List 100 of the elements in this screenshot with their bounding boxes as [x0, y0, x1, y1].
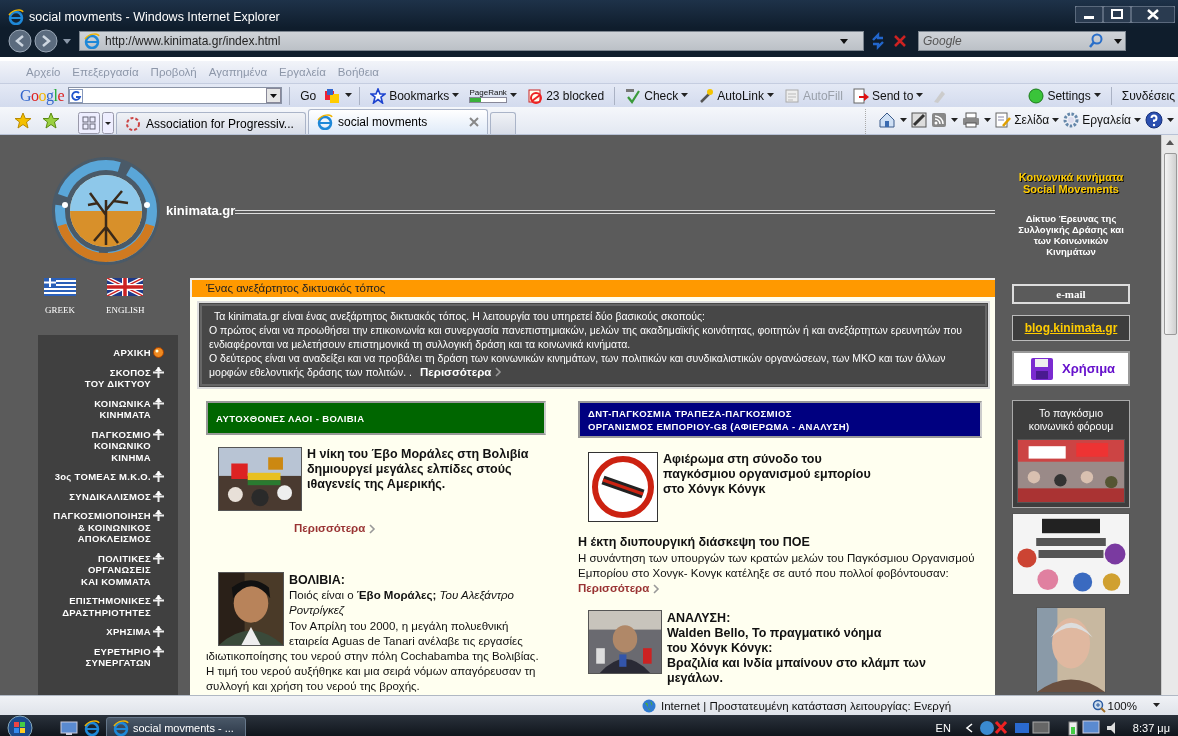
tab-list-icon[interactable]: [102, 112, 114, 134]
nav-link[interactable]: ΚΟΙΝΩΝΙΚΑ ΚΙΝΗΜΑΤΑ: [94, 397, 151, 421]
nav-link[interactable]: ΣΚΟΠΟΣ ΤΟΥ ΔΙΚΤΥΟΥ: [84, 366, 151, 390]
useful-link[interactable]: Χρήσιμα: [1012, 351, 1130, 386]
more-link[interactable]: Περισσότερα: [294, 521, 377, 536]
tray-expand-icon[interactable]: [964, 723, 973, 733]
article-text: Τον Απρίλη του 2000, η μεγάλη πολυεθνική εταιρεία Aguas de Tanari ανέλαβε τις εργασίες ιδιωτικοποίησης του νερού στην πόλη Cochabamba της Βολιβίας. Η τιμή του νερού αυξήθηκε και μια σειρά νόμων απαγόρευσαν τη συλλογή και χρήση του νερού της βροχής.: [206, 620, 539, 692]
dropdown-icon[interactable]: [266, 88, 282, 103]
address-field[interactable]: http://www.kinimata.gr/index.html: [79, 31, 864, 51]
nav-link[interactable]: ΠΟΛΙΤΙΚΕΣ ΟΡΓΑΝΩΣΕΙΣ ΚΑΙ ΚΟΜΜΑΤΑ: [81, 552, 151, 587]
toolbar-button[interactable]: PageRank: [466, 85, 521, 106]
article-title[interactable]: Walden Bello, Το πραγματικό νόημα του Χόνγκ Κόνγκ: Βραζιλία και Ινδία μπαίνουν στο κλάμπ των μεγάλων.: [667, 626, 982, 686]
caret-icon: [1093, 93, 1101, 98]
scrollbar-thumb[interactable]: [1163, 153, 1177, 335]
toolbar-button[interactable]: Check: [622, 85, 692, 106]
intro-text: Τα kinimata.gr είναι ένας ανεξάρτητος δικτυακός τόπος. Η λειτουργία του υπηρετεί δύο βασικούς σκοπούς:: [213, 309, 707, 323]
plus-arrow-icon: [153, 366, 164, 378]
close-tab-icon[interactable]: [469, 117, 479, 127]
plus-arrow-icon: [153, 397, 164, 409]
nav-link[interactable]: ΕΥΡΕΤΗΡΙΟ ΣΥΝΕΡΓΑΤΩΝ: [85, 645, 151, 669]
greek-flag-icon[interactable]: [44, 278, 76, 296]
uk-flag-icon[interactable]: [107, 278, 144, 296]
search-field[interactable]: [68, 87, 283, 104]
blog-link[interactable]: blog.kinimata.gr: [1012, 315, 1130, 341]
toolbar-button[interactable]: Συνδέσεις: [1118, 85, 1178, 106]
nav-link[interactable]: ΧΡΗΣΙΜΑ: [106, 626, 151, 638]
caret-icon[interactable]: [951, 117, 959, 123]
add-favorite-icon[interactable]: [42, 111, 60, 130]
toolbar-button[interactable]: 23 blocked: [524, 85, 608, 106]
quick-tabs-icon[interactable]: [78, 112, 100, 134]
forum-link[interactable]: Το παγκόσμιο κοινωνικό φόρουμ: [1018, 407, 1124, 433]
minimize-icon[interactable]: [1075, 6, 1103, 23]
caret-icon[interactable]: [900, 117, 908, 123]
toolbar-button[interactable]: Go: [297, 85, 320, 106]
nav-link[interactable]: ΣΥΝΔΙΚΑΛΙΣΜΟΣ: [69, 490, 151, 502]
site-name[interactable]: kinimata.gr: [166, 203, 236, 218]
command-button[interactable]: Εργαλεία: [1063, 112, 1141, 128]
caret-icon[interactable]: [63, 38, 71, 44]
caret-icon[interactable]: [1167, 117, 1174, 123]
tray-icons-drawing[interactable]: [978, 719, 1051, 736]
language-link[interactable]: GREEK: [45, 305, 75, 315]
more-link[interactable]: Περισσότερα: [578, 581, 661, 596]
home-icon[interactable]: [878, 111, 897, 129]
language-indicator[interactable]: EN: [935, 722, 951, 734]
favorites-icon[interactable]: [14, 111, 32, 130]
toolbar-button[interactable]: AutoLink: [695, 85, 777, 106]
desktop-icon[interactable]: [60, 720, 78, 736]
caret-icon[interactable]: [840, 38, 848, 44]
form-icon: [783, 87, 800, 104]
site-logo-drawing[interactable]: [50, 154, 162, 267]
plus-arrow-icon: [153, 626, 164, 637]
web-slice-icon[interactable]: [911, 112, 928, 128]
zoom-level[interactable]: 100%: [1107, 699, 1137, 712]
caret-icon: [766, 93, 774, 98]
email-link[interactable]: e-mail: [1012, 284, 1130, 304]
network-title: Δίκτυο Έρευνας της Συλλογικής Δράσης και των Κοινωνικών Κινημάτων: [1017, 213, 1125, 257]
no-entry-sign-icon: [588, 452, 658, 522]
nav-link[interactable]: ΠΑΓΚΟΣΜΙΟΠΟΙΗΣΗ & ΚΟΙΝΩΝΙΚΟΣ ΑΠΟΚΛΕΙΣΜΟΣ: [53, 510, 151, 545]
caret-icon[interactable]: [345, 93, 353, 98]
magic-wand-icon: [698, 87, 715, 104]
chevron-icon: [494, 367, 503, 377]
article-title[interactable]: Αφιέρωμα στη σύνοδο του παγκόσμιου οργανισμού εμπορίου στο Χόνγκ Κόνγκ: [663, 452, 982, 497]
browser-tab[interactable]: Association for Progressiv...: [116, 112, 306, 134]
print-icon[interactable]: [962, 112, 981, 128]
toolbar-button[interactable]: Bookmarks: [367, 85, 463, 106]
browser-tab[interactable]: social movments: [308, 109, 488, 134]
nav-link[interactable]: ΠΑΓΚΟΣΜΙΟ ΚΟΙΝΩΝΙΚΟ ΚΙΝΗΜΑ: [91, 428, 151, 463]
site-tagline: Κοινωνικά κινήματα Social Movements: [1017, 171, 1125, 195]
article-text: Η συνάντηση των υπουργών των κρατών μελών του Παγκόσμιου Οργανισμού Εμπορίου στο Χονγκ- Κονγκ κατέληξε σε αυτό που πολλοί φοβόντουσαν:: [578, 552, 975, 579]
language-link[interactable]: ENGLISH: [106, 305, 145, 315]
forward-icon[interactable]: [34, 29, 58, 53]
caret-icon[interactable]: [1153, 703, 1160, 708]
close-icon[interactable]: [1131, 6, 1175, 23]
nav-link[interactable]: ΕΠΙΣΤΗΜΟΝΙΚΕΣ ΔΡΑΣΤΗΡΙΟΤΗΤΕΣ: [62, 595, 151, 618]
status-text: Internet | Προστατευμένη κατάσταση λειτουργίας: Ενεργή: [661, 699, 952, 712]
zoom-icon[interactable]: [1091, 698, 1106, 713]
nav-link[interactable]: 3ος ΤΟΜΕΑΣ Μ.Κ.Ο.: [54, 471, 151, 483]
back-icon[interactable]: [8, 29, 32, 53]
browser-icon: [8, 9, 24, 25]
taskbar-button[interactable]: social movments - ...: [106, 717, 246, 736]
help-icon[interactable]: [1145, 111, 1163, 129]
maximize-icon[interactable]: [1103, 6, 1131, 23]
more-link[interactable]: Περισσότερα: [420, 365, 503, 379]
article-title[interactable]: Η νίκη του Έβο Μοράλες στη Βολιβία δημιουργεί μεγάλες ελπίδες στούς ιθαγενείς της Αμερικής.: [307, 447, 546, 492]
start-orb-icon[interactable]: [6, 715, 34, 736]
google-logo: Google: [20, 86, 65, 105]
caret-icon: [916, 93, 924, 98]
caret-icon[interactable]: [984, 117, 992, 123]
toolbar-button[interactable]: Settings: [1025, 85, 1104, 106]
search-field[interactable]: Google: [918, 31, 1126, 51]
plus-arrow-icon: [153, 490, 164, 502]
star-icon: [370, 87, 387, 104]
page-icon: [84, 33, 100, 49]
command-button[interactable]: Σελίδα: [995, 112, 1060, 128]
blocked-popup-icon: [527, 87, 544, 104]
toolbar-button[interactable]: Send to: [849, 85, 927, 106]
nav-link[interactable]: ΑΡΧΙΚΗ: [113, 347, 151, 359]
send-icon: [852, 87, 869, 104]
browser-icon: [317, 114, 333, 130]
clock-time[interactable]: 8:37 μμ: [1132, 722, 1170, 734]
